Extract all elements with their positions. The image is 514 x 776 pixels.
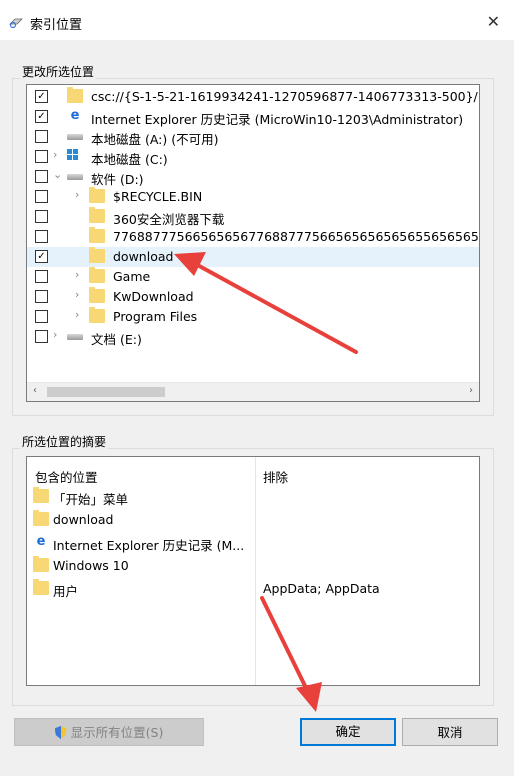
annotation-arrows xyxy=(174,252,358,712)
arrow-to-ok xyxy=(260,596,322,712)
arrow-to-download xyxy=(174,252,358,354)
